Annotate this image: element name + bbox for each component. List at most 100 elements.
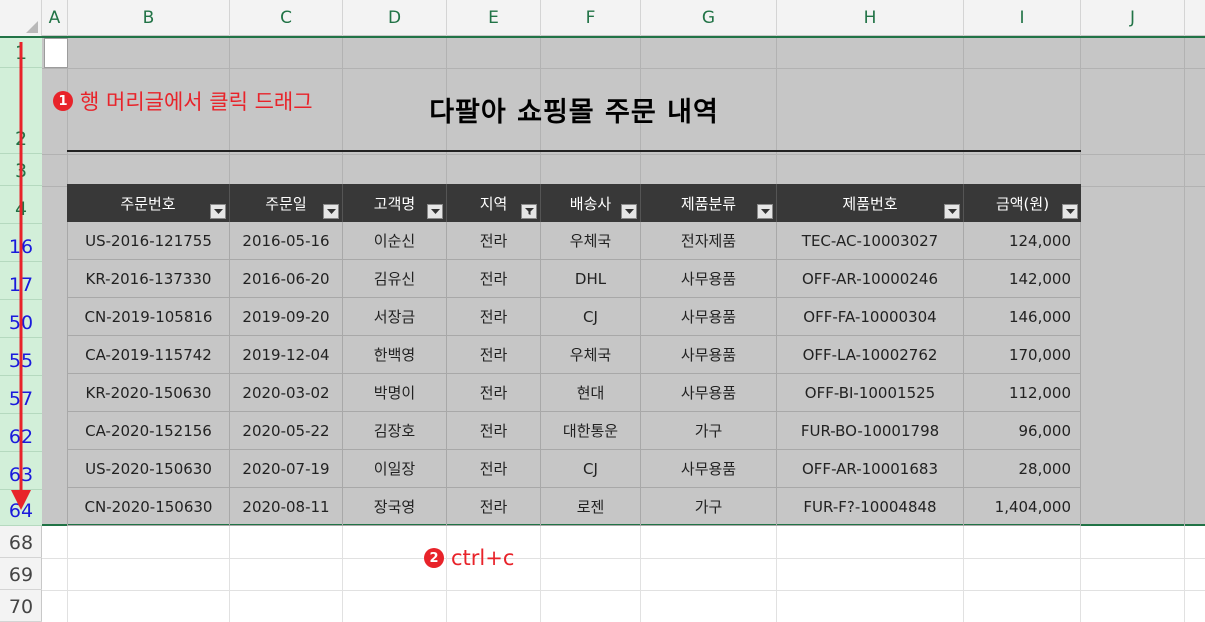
cell-region[interactable]: 전라 [447, 222, 541, 260]
dropdown-arrow-icon[interactable] [210, 204, 226, 219]
cell-customer-name[interactable]: 이일장 [343, 450, 447, 488]
cell-amount[interactable]: 146,000 [964, 298, 1081, 336]
cell-region[interactable]: 전라 [447, 260, 541, 298]
row-header-69[interactable]: 69 [0, 558, 42, 590]
header-region[interactable]: 지역 [447, 184, 541, 222]
cell-order-number[interactable]: CA-2020-152156 [67, 412, 230, 450]
dropdown-arrow-icon[interactable] [1062, 204, 1078, 219]
cell-order-date[interactable]: 2016-06-20 [230, 260, 343, 298]
column-header-f[interactable]: F [541, 0, 641, 36]
cell-product-category[interactable]: 가구 [641, 488, 777, 526]
cell-amount[interactable]: 142,000 [964, 260, 1081, 298]
cell-carrier[interactable]: CJ [541, 298, 641, 336]
dropdown-arrow-icon[interactable] [944, 204, 960, 219]
cell-amount[interactable]: 170,000 [964, 336, 1081, 374]
header-product-category[interactable]: 제품분류 [641, 184, 777, 222]
cell-order-number[interactable]: CN-2020-150630 [67, 488, 230, 526]
cell-product-number[interactable]: TEC-AC-10003027 [777, 222, 964, 260]
cell-product-category[interactable]: 사무용품 [641, 298, 777, 336]
active-cell-a1[interactable] [44, 38, 68, 68]
cell-carrier[interactable]: 우체국 [541, 222, 641, 260]
cell-customer-name[interactable]: 김유신 [343, 260, 447, 298]
cell-product-number[interactable]: OFF-LA-10002762 [777, 336, 964, 374]
step2-text: ctrl+c [451, 546, 515, 570]
cell-carrier[interactable]: 대한통운 [541, 412, 641, 450]
table-row: CA-2019-115742 2019-12-04 한백영 전라 우체국 사무용… [67, 336, 1081, 374]
dropdown-arrow-icon[interactable] [757, 204, 773, 219]
cell-product-number[interactable]: OFF-BI-10001525 [777, 374, 964, 412]
header-label: 지역 [479, 194, 508, 213]
cell-carrier[interactable]: 우체국 [541, 336, 641, 374]
cell-product-number[interactable]: OFF-AR-10000246 [777, 260, 964, 298]
table-row: KR-2016-137330 2016-06-20 김유신 전라 DHL 사무용… [67, 260, 1081, 298]
column-header-c[interactable]: C [230, 0, 343, 36]
cell-product-category[interactable]: 전자제품 [641, 222, 777, 260]
cell-order-date[interactable]: 2020-07-19 [230, 450, 343, 488]
column-header-j[interactable]: J [1081, 0, 1185, 36]
cell-region[interactable]: 전라 [447, 450, 541, 488]
cell-region[interactable]: 전라 [447, 374, 541, 412]
column-header-g[interactable]: G [641, 0, 777, 36]
cell-customer-name[interactable]: 이순신 [343, 222, 447, 260]
cell-product-number[interactable]: FUR-F?-10004848 [777, 488, 964, 526]
dropdown-arrow-icon[interactable] [621, 204, 637, 219]
cell-order-number[interactable]: US-2016-121755 [67, 222, 230, 260]
filter-funnel-icon[interactable] [521, 204, 537, 219]
cell-order-date[interactable]: 2020-03-02 [230, 374, 343, 412]
column-header-h[interactable]: H [777, 0, 964, 36]
cell-amount[interactable]: 28,000 [964, 450, 1081, 488]
column-header-b[interactable]: B [68, 0, 230, 36]
header-amount[interactable]: 금액(원) [964, 184, 1081, 222]
cell-carrier[interactable]: DHL [541, 260, 641, 298]
column-header-a[interactable]: A [42, 0, 68, 36]
cell-order-number[interactable]: US-2020-150630 [67, 450, 230, 488]
cell-product-category[interactable]: 사무용품 [641, 450, 777, 488]
cell-region[interactable]: 전라 [447, 336, 541, 374]
cell-region[interactable]: 전라 [447, 412, 541, 450]
cell-region[interactable]: 전라 [447, 488, 541, 526]
cell-amount[interactable]: 112,000 [964, 374, 1081, 412]
cell-carrier[interactable]: 현대 [541, 374, 641, 412]
row-header-68[interactable]: 68 [0, 526, 42, 558]
cell-carrier[interactable]: 로젠 [541, 488, 641, 526]
cell-order-number[interactable]: CN-2019-105816 [67, 298, 230, 336]
header-order-number[interactable]: 주문번호 [67, 184, 230, 222]
header-customer-name[interactable]: 고객명 [343, 184, 447, 222]
cell-amount[interactable]: 96,000 [964, 412, 1081, 450]
header-product-number[interactable]: 제품번호 [777, 184, 964, 222]
column-header-e[interactable]: E [447, 0, 541, 36]
cell-order-date[interactable]: 2020-05-22 [230, 412, 343, 450]
cell-order-number[interactable]: KR-2016-137330 [67, 260, 230, 298]
column-header-i[interactable]: I [964, 0, 1081, 36]
cell-order-number[interactable]: CA-2019-115742 [67, 336, 230, 374]
row-header-70[interactable]: 70 [0, 590, 42, 622]
cell-order-number[interactable]: KR-2020-150630 [67, 374, 230, 412]
cell-order-date[interactable]: 2019-09-20 [230, 298, 343, 336]
header-carrier[interactable]: 배송사 [541, 184, 641, 222]
cell-order-date[interactable]: 2019-12-04 [230, 336, 343, 374]
cell-customer-name[interactable]: 장국영 [343, 488, 447, 526]
header-order-date[interactable]: 주문일 [230, 184, 343, 222]
cell-product-category[interactable]: 사무용품 [641, 336, 777, 374]
cell-customer-name[interactable]: 한백영 [343, 336, 447, 374]
cell-customer-name[interactable]: 서장금 [343, 298, 447, 336]
cell-amount[interactable]: 1,404,000 [964, 488, 1081, 526]
cell-amount[interactable]: 124,000 [964, 222, 1081, 260]
select-all-corner[interactable] [0, 0, 42, 36]
dropdown-arrow-icon[interactable] [427, 204, 443, 219]
cell-product-number[interactable]: OFF-AR-10001683 [777, 450, 964, 488]
column-header-d[interactable]: D [343, 0, 447, 36]
cell-product-number[interactable]: FUR-BO-10001798 [777, 412, 964, 450]
cell-product-number[interactable]: OFF-FA-10000304 [777, 298, 964, 336]
cell-customer-name[interactable]: 박명이 [343, 374, 447, 412]
cell-customer-name[interactable]: 김장호 [343, 412, 447, 450]
cell-region[interactable]: 전라 [447, 298, 541, 336]
cell-order-date[interactable]: 2020-08-11 [230, 488, 343, 526]
cell-carrier[interactable]: CJ [541, 450, 641, 488]
dropdown-arrow-icon[interactable] [323, 204, 339, 219]
cell-product-category[interactable]: 사무용품 [641, 374, 777, 412]
cell-product-category[interactable]: 가구 [641, 412, 777, 450]
table-row: CA-2020-152156 2020-05-22 김장호 전라 대한통운 가구… [67, 412, 1081, 450]
cell-order-date[interactable]: 2016-05-16 [230, 222, 343, 260]
cell-product-category[interactable]: 사무용품 [641, 260, 777, 298]
